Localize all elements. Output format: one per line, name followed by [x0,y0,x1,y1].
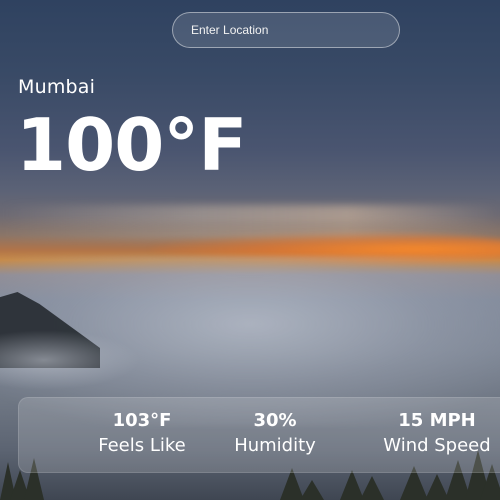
feels-like-label: Feels Like [98,435,186,456]
wind-speed-stat: 15 MPH Wind Speed [367,410,500,456]
humidity-stat: 30% Humidity [219,410,331,456]
humidity-value: 30% [253,410,297,431]
weather-stats-panel: 103°F Feels Like 30% Humidity 15 MPH Win… [18,397,500,473]
humidity-label: Humidity [234,435,316,456]
location-name: Mumbai [18,76,96,98]
wind-speed-value: 15 MPH [398,410,476,431]
cloud-streak [0,205,500,223]
current-temperature: 100°F [16,103,247,187]
feels-like-stat: 103°F Feels Like [87,410,197,456]
mountain-mist [0,330,140,390]
wind-speed-label: Wind Speed [383,435,491,456]
location-search-input[interactable] [172,12,400,48]
feels-like-value: 103°F [112,410,172,431]
